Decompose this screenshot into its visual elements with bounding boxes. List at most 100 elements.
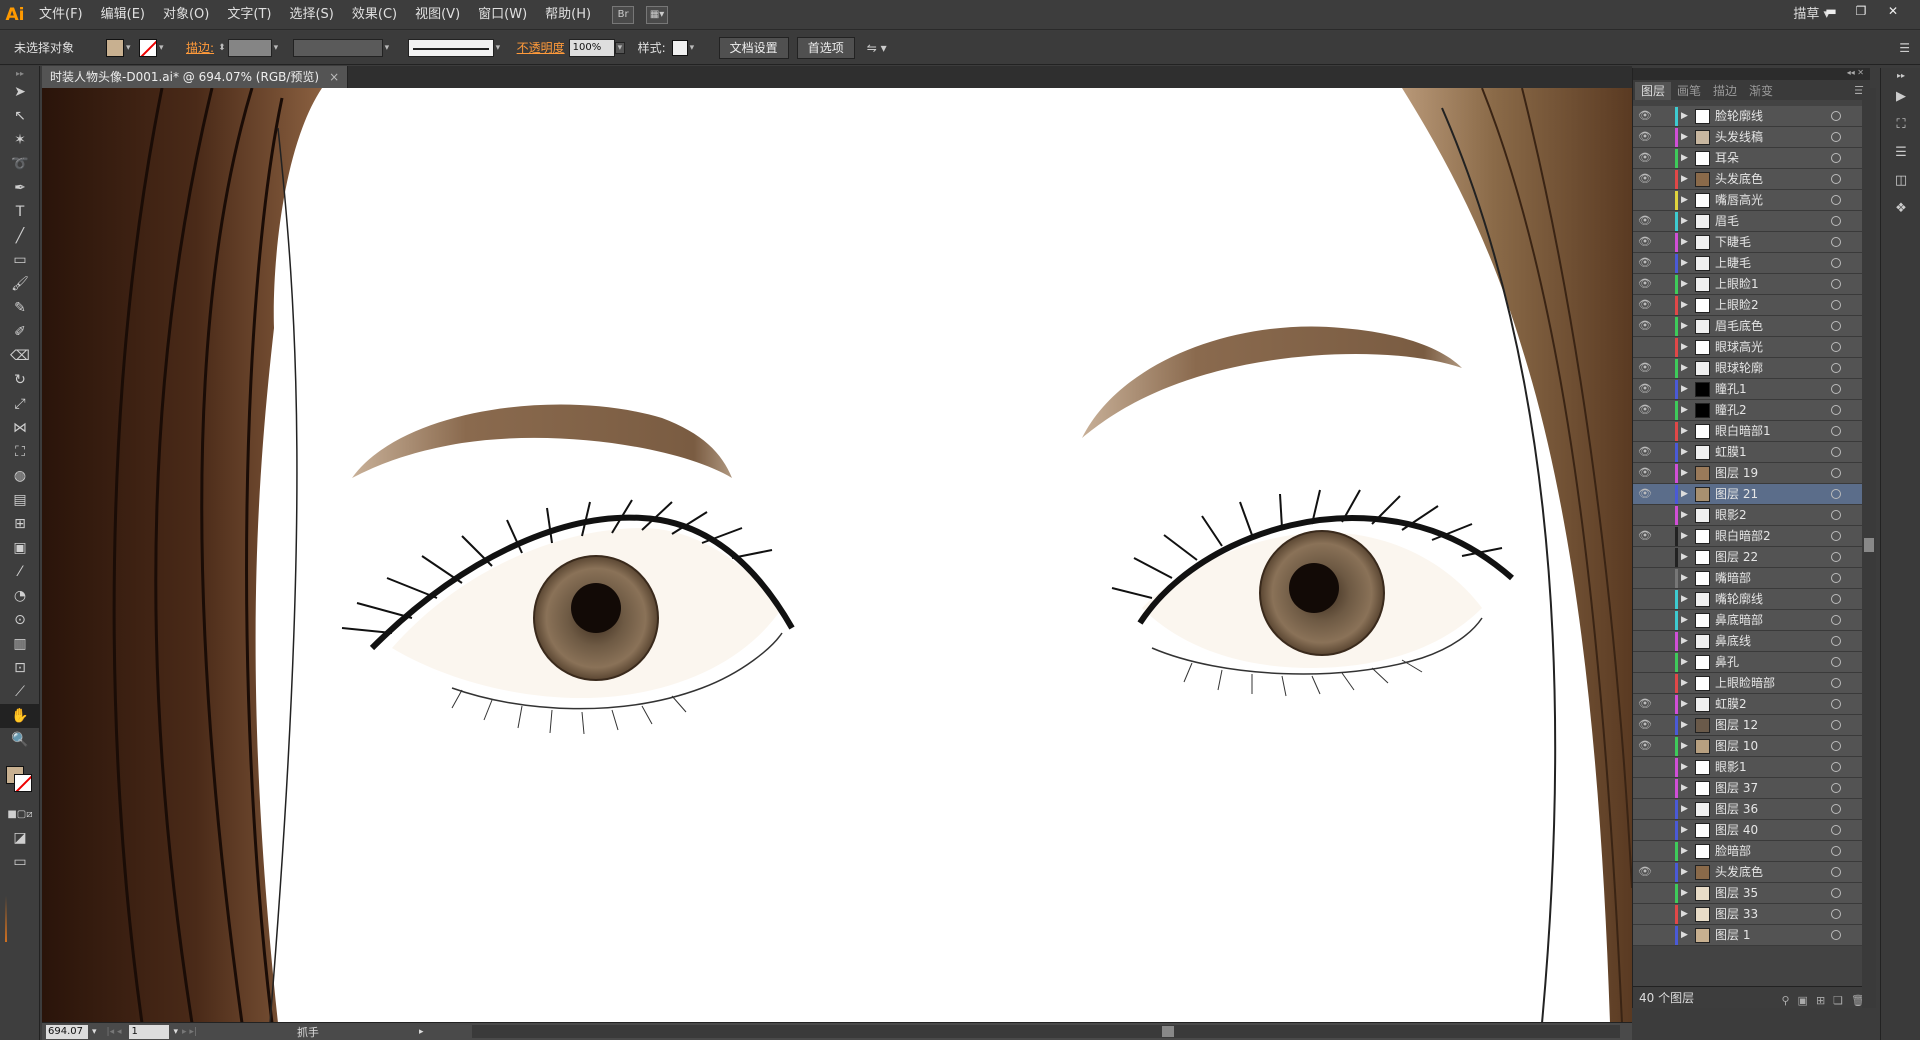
status-menu-icon[interactable]: ▸ [419,1027,424,1037]
expand-triangle-icon[interactable]: ▶ [1681,781,1688,795]
brush-definition-select[interactable] [407,38,494,57]
gradient-tool-icon[interactable]: ▣ [0,536,40,560]
expand-triangle-icon[interactable]: ▶ [1681,823,1688,837]
layer-row[interactable]: 👁 ▶ 眉毛底色 [1633,316,1871,337]
artboard-number-field[interactable]: 1 [129,1024,170,1039]
target-circle-icon[interactable] [1831,888,1841,898]
target-circle-icon[interactable] [1831,132,1841,142]
target-circle-icon[interactable] [1831,720,1841,730]
new-sublayer-icon[interactable]: ⊞ [1816,990,1825,1012]
target-circle-icon[interactable] [1831,783,1841,793]
expand-triangle-icon[interactable]: ▶ [1681,403,1688,417]
visibility-eye-icon[interactable]: 👁 [1637,150,1653,166]
expand-triangle-icon[interactable]: ▶ [1681,235,1688,249]
layer-row[interactable]: ▶ 鼻底暗部 [1633,610,1871,631]
layer-row[interactable]: 👁 ▶ 上眼睑1 [1633,274,1871,295]
target-circle-icon[interactable] [1831,321,1841,331]
layer-row[interactable]: ▶ 图层 35 [1633,883,1871,904]
menu-item[interactable]: 效果(C) [343,0,406,30]
layer-row[interactable]: 👁 ▶ 眉毛 [1633,211,1871,232]
chevron-down-icon[interactable]: ▾ [92,1027,97,1037]
target-circle-icon[interactable] [1831,237,1841,247]
expand-triangle-icon[interactable]: ▶ [1681,550,1688,564]
visibility-eye-icon[interactable] [1637,885,1653,901]
width-tool-icon[interactable]: ⋈ [0,416,40,440]
selection-tool-icon[interactable]: ➤ [0,80,40,104]
fill-swatch[interactable] [106,38,125,57]
visibility-eye-icon[interactable]: 👁 [1637,234,1653,250]
visibility-eye-icon[interactable] [1637,654,1653,670]
expand-triangle-icon[interactable]: ▶ [1681,298,1688,312]
layer-row[interactable]: 👁 ▶ 上眼睑2 [1633,295,1871,316]
visibility-eye-icon[interactable]: 👁 [1637,276,1653,292]
panel-menu-icon[interactable]: ☰ [1899,41,1910,55]
visibility-eye-icon[interactable]: 👁 [1637,108,1653,124]
stroke-weight-stepper[interactable]: ⬍ [218,43,226,53]
expand-triangle-icon[interactable]: ▶ [1681,319,1688,333]
direct-selection-tool-icon[interactable]: ↖ [0,104,40,128]
visibility-eye-icon[interactable]: 👁 [1637,717,1653,733]
target-circle-icon[interactable] [1831,279,1841,289]
visibility-eye-icon[interactable]: 👁 [1637,297,1653,313]
restore-icon[interactable]: ❐ [1848,2,1874,20]
expand-triangle-icon[interactable]: ▶ [1681,760,1688,774]
layer-row[interactable]: ▶ 上眼睑暗部 [1633,673,1871,694]
stroke-swatch[interactable] [139,38,158,57]
expand-triangle-icon[interactable]: ▶ [1681,697,1688,711]
pencil-tool-icon[interactable]: ✎ [0,296,40,320]
visibility-eye-icon[interactable] [1637,675,1653,691]
eyedropper-tool-icon[interactable]: ⁄ [0,560,40,584]
zoom-level-field[interactable]: 694.07 [46,1024,88,1039]
magic-wand-tool-icon[interactable]: ✶ [0,128,40,152]
layer-row[interactable]: 👁 ▶ 虹膜1 [1633,442,1871,463]
stroke-color-icon[interactable] [14,774,32,792]
visibility-eye-icon[interactable]: 👁 [1637,171,1653,187]
document-tab[interactable]: 时装人物头像-D001.ai* @ 694.07% (RGB/预览) × [42,66,349,88]
expand-triangle-icon[interactable]: ▶ [1681,676,1688,690]
chevron-down-icon[interactable]: ▾ [173,1027,178,1037]
visibility-eye-icon[interactable]: 👁 [1637,213,1653,229]
expand-triangle-icon[interactable]: ▶ [1681,928,1688,942]
layer-row[interactable]: 👁 ▶ 脸轮廓线 [1633,106,1871,127]
visibility-eye-icon[interactable]: 👁 [1637,318,1653,334]
layer-row[interactable]: ▶ 图层 1 [1633,925,1871,946]
free-transform-tool-icon[interactable]: ⛶ [0,440,40,464]
layer-row[interactable]: ▶ 嘴暗部 [1633,568,1871,589]
horizontal-scrollbar[interactable] [472,1025,1620,1038]
layer-row[interactable]: ▶ 鼻底线 [1633,631,1871,652]
expand-triangle-icon[interactable]: ▶ [1681,214,1688,228]
expand-triangle-icon[interactable]: ▶ [1681,172,1688,186]
layer-row[interactable]: 👁 ▶ 耳朵 [1633,148,1871,169]
visibility-eye-icon[interactable] [1637,549,1653,565]
visibility-eye-icon[interactable]: 👁 [1637,129,1653,145]
bridge-icon[interactable]: Br [612,5,635,24]
collapse-icon[interactable]: ▸▸ [0,66,40,80]
variable-width-select[interactable] [292,38,383,57]
visibility-eye-icon[interactable] [1637,759,1653,775]
expand-triangle-icon[interactable]: ▶ [1681,508,1688,522]
target-circle-icon[interactable] [1831,153,1841,163]
screen-mode-icon[interactable]: ▭ [0,850,40,874]
chevron-down-icon[interactable]: ▾ [385,43,395,53]
page-nav-icons[interactable]: |◂ ◂ [107,1027,122,1037]
layer-row[interactable]: 👁 ▶ 图层 21 [1633,484,1871,505]
expand-triangle-icon[interactable]: ▶ [1681,382,1688,396]
chevron-down-icon[interactable]: ▾ [614,41,625,54]
scale-tool-icon[interactable]: ⤢ [0,392,40,416]
chevron-down-icon[interactable]: ▾ [274,43,284,53]
target-circle-icon[interactable] [1831,657,1841,667]
close-tab-icon[interactable]: × [329,70,339,84]
layer-row[interactable]: ▶ 鼻孔 [1633,652,1871,673]
opacity-link[interactable]: 不透明度 [517,39,565,56]
visibility-eye-icon[interactable] [1637,801,1653,817]
menu-item[interactable]: 选择(S) [280,0,342,30]
menu-item[interactable]: 文件(F) [30,0,92,30]
layer-row[interactable]: 👁 ▶ 下睫毛 [1633,232,1871,253]
target-circle-icon[interactable] [1831,573,1841,583]
layer-row[interactable]: 👁 ▶ 头发底色 [1633,862,1871,883]
panel-tab[interactable]: 描边 [1707,82,1743,100]
paintbrush-tool-icon[interactable]: 🖌 [0,272,40,296]
actions-icon[interactable]: ▶ [1881,82,1920,110]
target-circle-icon[interactable] [1831,930,1841,940]
visibility-eye-icon[interactable]: 👁 [1637,360,1653,376]
